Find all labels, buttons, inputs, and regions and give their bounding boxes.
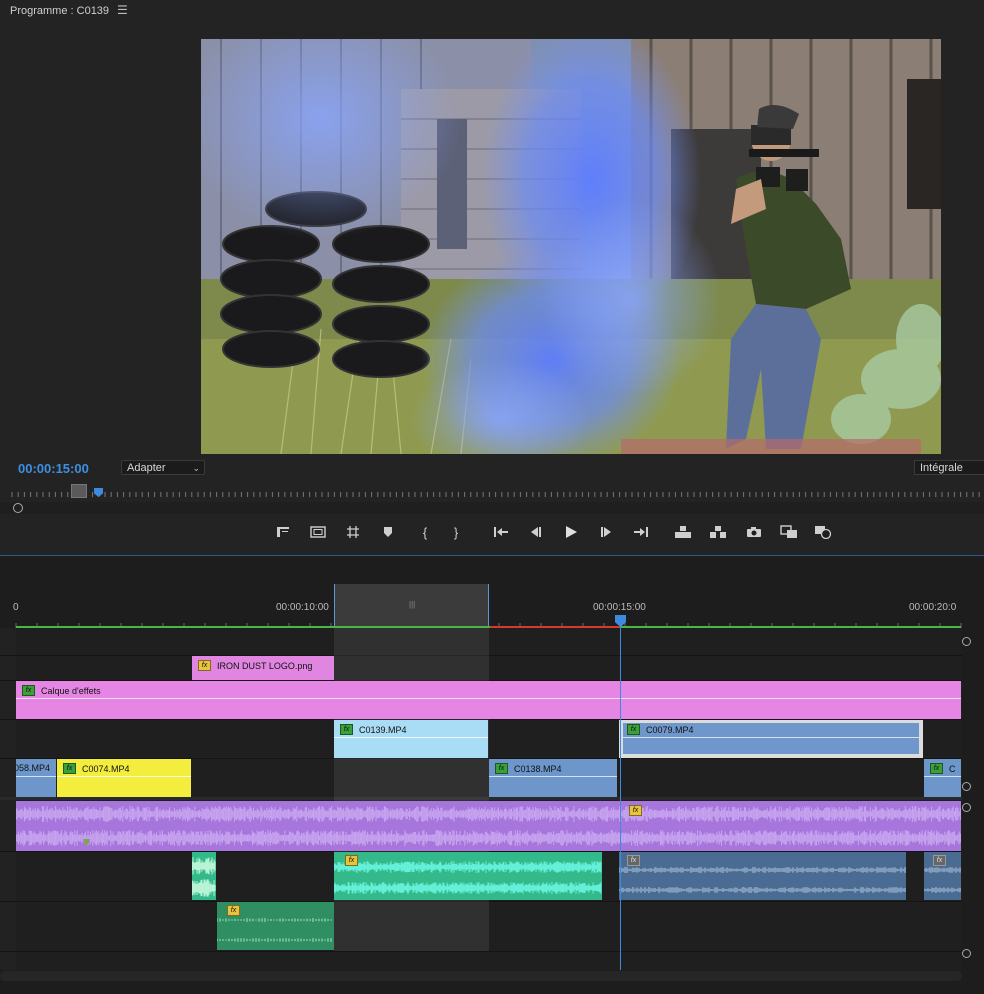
clip-c0139[interactable]: fx C0139.MP4: [334, 720, 488, 758]
monitor-zoom-scrollbar[interactable]: [0, 502, 984, 514]
clip-divider-line: [924, 776, 961, 777]
play-icon[interactable]: [558, 520, 584, 544]
clip-label: C0079.MP4: [646, 724, 694, 735]
track-separator: [0, 951, 962, 952]
clip-adjustment-layer[interactable]: fx Calque d'effets: [16, 681, 961, 719]
add-marker-icon[interactable]: [270, 520, 296, 544]
clip-c0079[interactable]: fx C0079.MP4: [619, 720, 923, 758]
audio-waveform: [334, 861, 602, 894]
grid-icon[interactable]: [340, 520, 366, 544]
safe-margins-icon[interactable]: [305, 520, 331, 544]
work-area-bar[interactable]: |||: [334, 584, 489, 628]
audio-zoom-handle-bottom-icon[interactable]: [962, 949, 971, 958]
extract-icon[interactable]: [705, 520, 731, 544]
settings-icon[interactable]: [810, 520, 836, 544]
current-timecode[interactable]: 00:00:15:00: [18, 461, 89, 476]
fx-badge-icon: fx: [627, 855, 640, 866]
clip-c0058[interactable]: 058.MP4: [16, 759, 56, 797]
clip-divider-line: [334, 737, 488, 738]
fx-badge-icon: fx: [627, 724, 640, 735]
fx-badge-icon: fx: [340, 724, 353, 735]
clip-c0138[interactable]: fx C0138.MP4: [489, 759, 617, 797]
fit-dropdown[interactable]: Adapter ⌄: [121, 460, 205, 475]
clip-label: C: [949, 763, 956, 774]
clip-iron-dust-logo[interactable]: fx IRON DUST LOGO.png: [192, 656, 334, 680]
panel-divider: [0, 555, 984, 556]
audio-clip-green-1[interactable]: [192, 852, 216, 900]
go-to-out-icon[interactable]: [628, 520, 654, 544]
audio-clip-green-2[interactable]: fx: [334, 852, 602, 900]
fx-badge-icon: fx: [930, 763, 943, 774]
clip-label: Calque d'effets: [41, 685, 101, 696]
video-zoom-handle-bottom-icon[interactable]: [962, 782, 971, 791]
ruler-label-10s: 00:00:10:00: [276, 602, 329, 613]
ruler-label-0: 0: [13, 602, 19, 613]
chevron-down-icon: ⌄: [192, 463, 200, 473]
audio-clip-blue-2[interactable]: fx: [924, 852, 961, 900]
clip-divider-line: [16, 698, 961, 699]
mini-ruler-ticks: [11, 492, 980, 497]
timeline-panel: 0 00:00:10:00 00:00:15:00 00:00:20:0 |||…: [0, 557, 984, 994]
monitor-title: Programme : C0139: [10, 5, 110, 17]
clip-divider-line: [623, 737, 919, 738]
fx-badge-icon: fx: [933, 855, 946, 866]
audio-zoom-handle-top-icon[interactable]: [962, 803, 971, 812]
step-back-icon[interactable]: [523, 520, 549, 544]
fx-badge-icon: fx: [629, 805, 642, 816]
fit-dropdown-label: Adapter: [127, 462, 166, 474]
clip-label: IRON DUST LOGO.png: [217, 660, 313, 671]
clip-label: C0074.MP4: [82, 763, 130, 774]
program-monitor: Programme : C0139 ☰ 00:00:15:00 Adapter …: [0, 0, 984, 556]
quality-dropdown-label: Intégrale: [920, 462, 963, 474]
audio-waveform: [619, 867, 906, 893]
audio-clip-music[interactable]: fx: [16, 801, 961, 851]
clip-label: 058.MP4: [16, 763, 51, 773]
clip-c0074[interactable]: fx C0074.MP4: [57, 759, 191, 797]
ruler-label-20s: 00:00:20:0: [909, 602, 957, 613]
paintball-scene-image: [201, 39, 941, 454]
export-frame-icon[interactable]: [741, 520, 767, 544]
step-forward-icon[interactable]: [593, 520, 619, 544]
clip-c-end[interactable]: fx C: [924, 759, 961, 797]
clip-label: C0139.MP4: [359, 724, 407, 735]
work-area-shade: [334, 628, 489, 951]
video-preview: [201, 39, 941, 454]
audio-waveform: [16, 806, 961, 846]
clip-label: C0138.MP4: [514, 763, 562, 774]
fx-badge-icon: fx: [22, 685, 35, 696]
lift-icon[interactable]: [670, 520, 696, 544]
video-zoom-handle-top-icon[interactable]: [962, 637, 971, 646]
mark-in-icon[interactable]: {: [412, 520, 438, 544]
clip-divider-line: [489, 776, 617, 777]
fx-badge-icon: fx: [495, 763, 508, 774]
mark-out-icon[interactable]: }: [443, 520, 469, 544]
monitor-work-area-marker[interactable]: [71, 484, 87, 498]
audio-clip-green-3[interactable]: fx: [217, 902, 334, 950]
fx-badge-icon: fx: [345, 855, 358, 866]
marker-icon[interactable]: [375, 520, 401, 544]
audio-clip-blue-1[interactable]: fx: [619, 852, 906, 900]
timeline-horizontal-scrollbar[interactable]: [0, 971, 962, 981]
timeline-playhead[interactable]: [620, 615, 621, 970]
grip-icon: |||: [409, 600, 416, 609]
fx-badge-icon: fx: [198, 660, 211, 671]
zoom-handle-icon[interactable]: [13, 503, 23, 513]
audio-waveform: [192, 857, 216, 897]
ruler-label-15s: 00:00:15:00: [593, 602, 646, 613]
go-to-in-icon[interactable]: [488, 520, 514, 544]
clip-divider-line: [57, 776, 191, 777]
clip-divider-line: [16, 776, 56, 777]
hamburger-menu-icon[interactable]: ☰: [117, 3, 128, 17]
fx-badge-icon: fx: [227, 905, 240, 916]
fx-badge-icon: fx: [63, 763, 76, 774]
monitor-mini-ruler[interactable]: [10, 484, 984, 501]
quality-dropdown[interactable]: Intégrale: [914, 460, 984, 475]
compare-view-icon[interactable]: [776, 520, 802, 544]
